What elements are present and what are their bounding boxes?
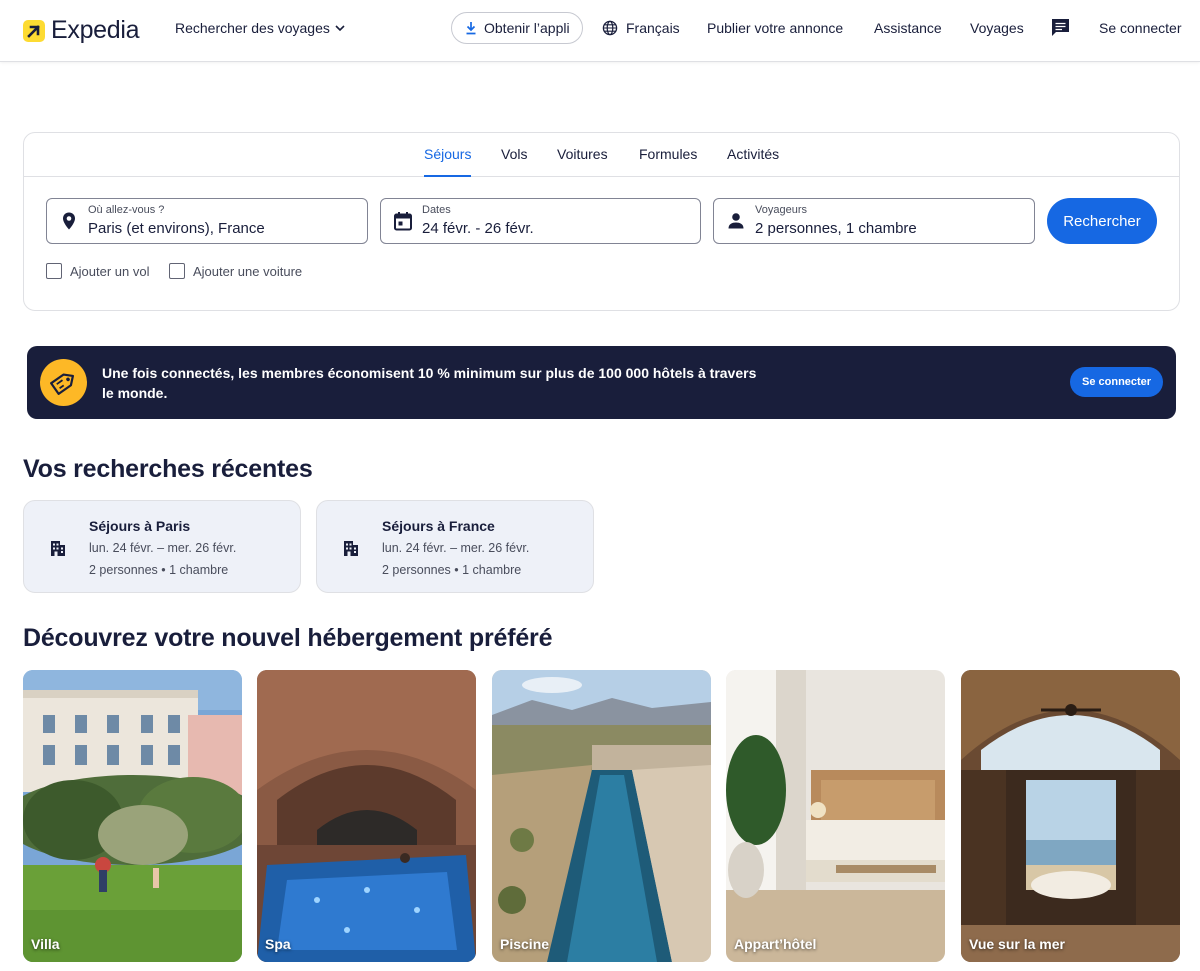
get-app-button[interactable]: Obtenir l’appli xyxy=(451,12,583,44)
add-flight-checkbox[interactable]: Ajouter un vol xyxy=(46,263,150,279)
member-promo-banner: Une fois connectés, les membres économis… xyxy=(27,346,1176,419)
expedia-logo[interactable]: Expedia xyxy=(23,16,140,45)
recent-search-dates: lun. 24 févr. – mer. 26 févr. xyxy=(382,541,530,555)
tab-flights[interactable]: Vols xyxy=(501,133,527,177)
travelers-label: Voyageurs xyxy=(755,204,807,216)
tile-caption: Vue sur la mer xyxy=(969,936,1065,952)
tile-caption: Appart’hôtel xyxy=(734,936,817,952)
chat-icon xyxy=(1052,19,1069,36)
sign-in-link[interactable]: Se connecter xyxy=(1099,20,1182,36)
tile-caption: Piscine xyxy=(500,936,550,952)
location-pin-icon xyxy=(63,212,75,230)
banner-message: Une fois connectés, les membres économis… xyxy=(102,365,757,401)
search-tabs: Séjours Vols Voitures Formules Activités xyxy=(24,133,1179,177)
add-car-label: Ajouter une voiture xyxy=(193,263,303,279)
top-header: Expedia Rechercher des voyages Obtenir l… xyxy=(0,0,1200,62)
travelers-value: 2 personnes, 1 chambre xyxy=(755,220,917,237)
discover-title: Découvrez votre nouvel hébergement préfé… xyxy=(23,624,553,652)
download-icon xyxy=(466,22,476,35)
dates-field[interactable]: Dates 24 févr. - 26 févr. xyxy=(380,198,701,244)
calendar-icon xyxy=(394,212,412,231)
language-label: Français xyxy=(626,20,680,36)
property-type-tile-aparthotel[interactable]: Appart’hôtel xyxy=(726,670,945,962)
tab-cars[interactable]: Voitures xyxy=(557,133,608,177)
destination-value: Paris (et environs), France xyxy=(88,220,265,237)
property-type-tile-sea-view[interactable]: Vue sur la mer xyxy=(961,670,1180,962)
globe-icon xyxy=(602,20,618,36)
dates-value: 24 févr. - 26 févr. xyxy=(422,220,534,237)
banner-sign-in-button[interactable]: Se connecter xyxy=(1070,367,1164,397)
pool-image xyxy=(492,670,711,962)
recent-search-details: 2 personnes • 1 chambre xyxy=(382,563,522,577)
add-flight-label: Ajouter un vol xyxy=(70,263,150,279)
tab-stays[interactable]: Séjours xyxy=(424,133,472,177)
spa-image xyxy=(257,670,476,962)
recent-search-card[interactable]: Séjours à France lun. 24 févr. – mer. 26… xyxy=(316,500,594,593)
language-selector[interactable]: Français xyxy=(602,20,680,36)
checkbox-box xyxy=(46,263,62,279)
building-icon xyxy=(344,541,358,556)
checkbox-box xyxy=(169,263,185,279)
trips-link[interactable]: Voyages xyxy=(970,20,1024,36)
tile-caption: Spa xyxy=(265,936,291,952)
messages-button[interactable] xyxy=(1050,17,1071,38)
tile-caption: Villa xyxy=(31,936,60,952)
recent-searches-title: Vos recherches récentes xyxy=(23,455,313,483)
property-type-tile-pool[interactable]: Piscine xyxy=(492,670,711,962)
price-tag-icon xyxy=(40,359,87,406)
tab-activities[interactable]: Activités xyxy=(727,133,779,177)
recent-search-details: 2 personnes • 1 chambre xyxy=(89,563,229,577)
add-car-checkbox[interactable]: Ajouter une voiture xyxy=(169,263,302,279)
sign-in-label: Se connecter xyxy=(1099,20,1182,36)
building-icon xyxy=(51,541,65,556)
aparthotel-image xyxy=(726,670,945,962)
destination-field[interactable]: Où allez-vous ? Paris (et environs), Fra… xyxy=(46,198,368,244)
tab-packages[interactable]: Formules xyxy=(639,133,697,177)
list-property-link[interactable]: Publier votre annonce xyxy=(707,20,843,36)
dates-label: Dates xyxy=(422,204,451,216)
chevron-down-icon xyxy=(335,25,345,32)
logo-arrow-icon xyxy=(23,19,45,42)
get-app-label: Obtenir l’appli xyxy=(484,20,570,36)
search-trips-label: Rechercher des voyages xyxy=(175,20,330,36)
logo-text: Expedia xyxy=(51,16,140,44)
search-form-card: Séjours Vols Voitures Formules Activités… xyxy=(23,132,1180,311)
recent-search-dates: lun. 24 févr. – mer. 26 févr. xyxy=(89,541,237,555)
destination-label: Où allez-vous ? xyxy=(88,204,165,216)
trips-label: Voyages xyxy=(970,20,1024,36)
property-type-tile-villa[interactable]: Villa xyxy=(23,670,242,962)
sea-view-image xyxy=(961,670,1180,962)
villa-image xyxy=(23,670,242,962)
recent-search-card[interactable]: Séjours à Paris lun. 24 févr. – mer. 26 … xyxy=(23,500,301,593)
travelers-field[interactable]: Voyageurs 2 personnes, 1 chambre xyxy=(713,198,1035,244)
property-type-tile-spa[interactable]: Spa xyxy=(257,670,476,962)
person-icon xyxy=(728,213,744,229)
search-trips-menu[interactable]: Rechercher des voyages xyxy=(175,20,346,36)
support-link[interactable]: Assistance xyxy=(874,20,942,36)
recent-search-title: Séjours à Paris xyxy=(89,518,191,534)
support-label: Assistance xyxy=(874,20,942,36)
search-button[interactable]: Rechercher xyxy=(1047,198,1157,244)
recent-search-title: Séjours à France xyxy=(382,518,495,534)
list-property-label: Publier votre annonce xyxy=(707,20,844,36)
